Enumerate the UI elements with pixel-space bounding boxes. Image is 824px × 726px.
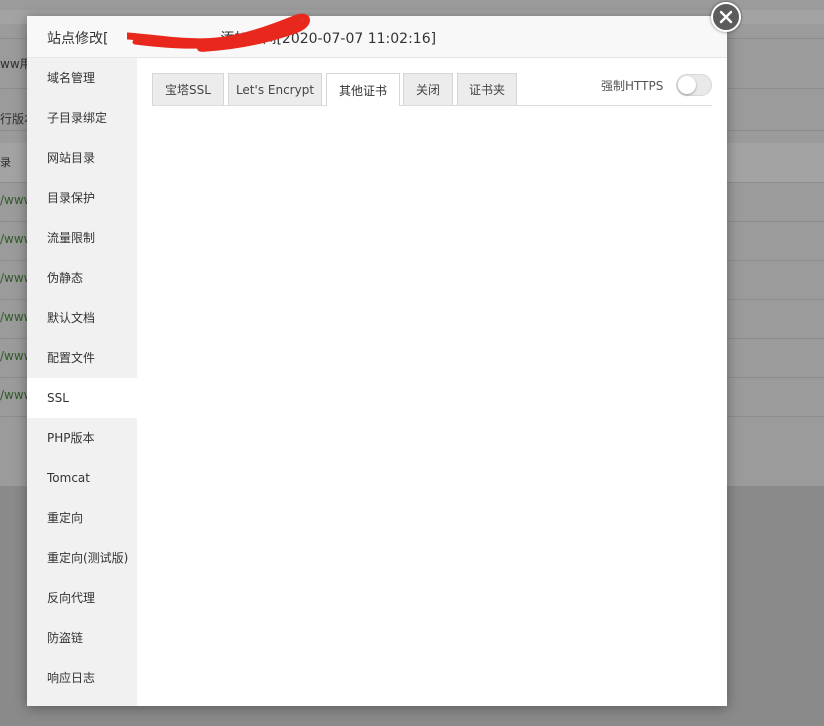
sidebar-item-domain-management[interactable]: 域名管理 (27, 58, 137, 98)
sidebar-item-php-version[interactable]: PHP版本 (27, 418, 137, 458)
sidebar-item-hotlink-protection[interactable]: 防盗链 (27, 618, 137, 658)
tab-close-ssl[interactable]: 关闭 (403, 73, 453, 105)
sidebar-item-default-document[interactable]: 默认文档 (27, 298, 137, 338)
bg-column-header: 录 (0, 156, 11, 169)
sidebar-item-traffic-limit[interactable]: 流量限制 (27, 218, 137, 258)
ssl-panel: 宝塔SSL Let's Encrypt 其他证书 关闭 证书夹 强制HTTPS (137, 58, 727, 706)
settings-sidebar: 域名管理 子目录绑定 网站目录 目录保护 流量限制 伪静态 默认文档 配置文件 … (27, 58, 137, 706)
sidebar-item-response-log[interactable]: 响应日志 (27, 658, 137, 698)
tab-baota-ssl[interactable]: 宝塔SSL (152, 73, 224, 105)
tab-certificate-folder[interactable]: 证书夹 (457, 73, 517, 105)
sidebar-item-subdirectory-binding[interactable]: 子目录绑定 (27, 98, 137, 138)
sidebar-item-rewrite[interactable]: 伪静态 (27, 258, 137, 298)
sidebar-item-ssl[interactable]: SSL (27, 378, 137, 418)
redaction-scribble (127, 13, 310, 52)
sidebar-item-site-directory[interactable]: 网站目录 (27, 138, 137, 178)
close-icon (719, 10, 733, 24)
sidebar-item-tomcat[interactable]: Tomcat (27, 458, 137, 498)
sidebar-item-config-file[interactable]: 配置文件 (27, 338, 137, 378)
site-edit-modal: 站点修改[添加时间[2020-07-07 11:02:16] 域名管理 子目录绑… (27, 2, 741, 706)
sidebar-item-directory-protection[interactable]: 目录保护 (27, 178, 137, 218)
force-https-label: 强制HTTPS (601, 79, 664, 93)
sidebar-item-redirect-beta[interactable]: 重定向(测试版) (27, 538, 137, 578)
sidebar-item-redirect[interactable]: 重定向 (27, 498, 137, 538)
modal-title-prefix: 站点修改[ (47, 31, 109, 47)
sidebar-item-reverse-proxy[interactable]: 反向代理 (27, 578, 137, 618)
toggle-knob (678, 76, 696, 94)
tab-lets-encrypt[interactable]: Let's Encrypt (228, 73, 322, 105)
tab-other-certificate[interactable]: 其他证书 (326, 73, 400, 106)
force-https-toggle[interactable] (676, 74, 712, 96)
close-button[interactable] (711, 2, 741, 32)
modal-header: 站点修改[添加时间[2020-07-07 11:02:16] (27, 13, 727, 58)
